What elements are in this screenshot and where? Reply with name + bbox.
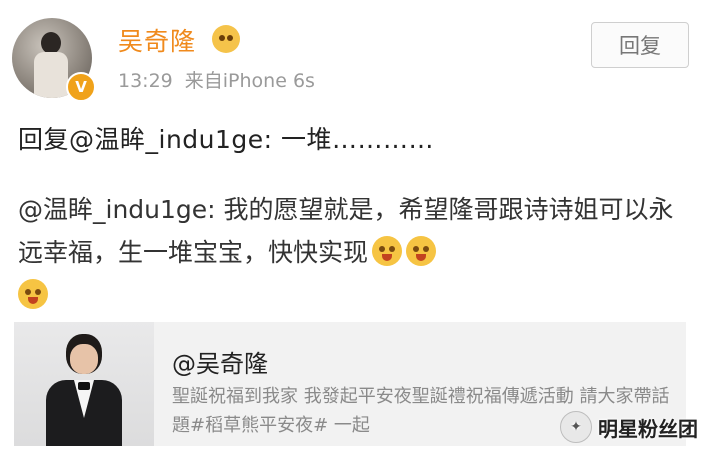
laughing-emoji-icon [18,279,48,309]
post-time: 13:29 [118,70,173,92]
post-source: 来自iPhone 6s [184,70,315,92]
verified-badge-icon: V [66,72,96,102]
quoted-text: @温眸_indu1ge: 我的愿望就是，希望隆哥跟诗诗姐可以永远幸福，生一堆宝宝… [18,195,674,267]
post-meta: 13:29 来自iPhone 6s [118,66,315,93]
username[interactable]: 吴奇隆 [118,22,196,58]
watermark-text: 明星粉丝团 [598,416,698,441]
watermark: ✦ 明星粉丝团 [560,406,698,448]
wechat-account-icon: ✦ [560,411,592,443]
member-emoji-icon [212,25,240,53]
thumbnail-face [70,344,98,374]
card-title[interactable]: @吴奇隆 [172,344,268,379]
laughing-emoji-icon [406,236,437,266]
laughing-emoji-icon [372,236,403,266]
reply-text: 回复@温眸_indu1ge: 一堆………… [18,125,435,154]
avatar-figure-body [34,52,68,98]
post-header: V 吴奇隆 13:29 来自iPhone 6s 回复 [0,0,728,105]
thumbnail-bowtie [78,382,90,390]
reply-button[interactable]: 回复 [591,22,689,68]
quoted-post: @温眸_indu1ge: 我的愿望就是，希望隆哥跟诗诗姐可以永远幸福，生一堆宝宝… [18,188,698,317]
avatar-figure-head [41,32,61,54]
card-thumbnail [14,322,154,446]
